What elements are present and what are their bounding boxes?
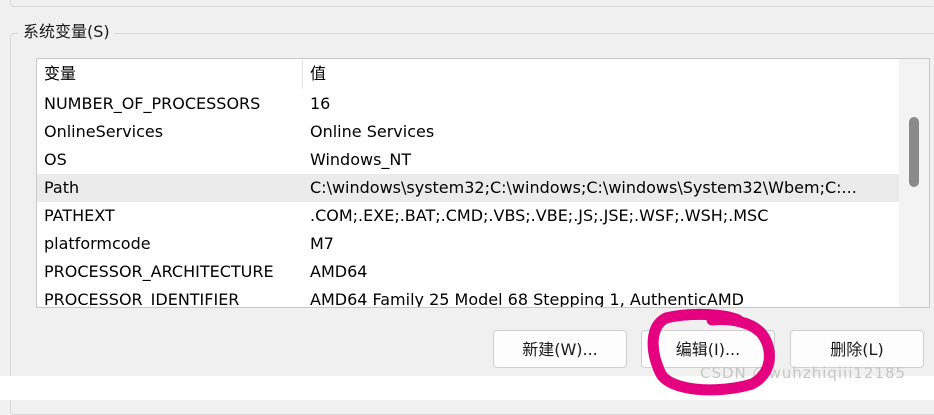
variable-value: AMD64 [310,262,368,281]
variable-name: Path [44,178,80,197]
table-row[interactable]: PATHEXT .COM;.EXE;.BAT;.CMD;.VBS;.VBE;.J… [37,202,899,230]
delete-button[interactable]: 删除(L) [790,330,924,368]
variable-name: OS [44,150,67,169]
column-header-value[interactable]: 值 [303,59,899,89]
table-row[interactable]: PROCESSOR_IDENTIFIER AMD64 Family 25 Mod… [37,286,899,308]
table-row[interactable]: PROCESSOR_ARCHITECTURE AMD64 [37,258,899,286]
variable-name: PROCESSOR_ARCHITECTURE [44,262,274,281]
variable-value: M7 [310,234,334,253]
variable-value: AMD64 Family 25 Model 68 Stepping 1, Aut… [310,290,744,308]
table-row[interactable]: OS Windows_NT [37,146,899,174]
table-row-selected[interactable]: Path C:\windows\system32;C:\windows;C:\w… [37,174,899,202]
list-header: 变量 值 [37,59,899,89]
table-row[interactable]: OnlineServices Online Services [37,118,899,146]
vertical-scrollbar[interactable] [899,59,929,307]
variable-name: PATHEXT [44,206,115,225]
scrollbar-thumb[interactable] [909,117,919,187]
variable-name: OnlineServices [44,122,164,141]
variable-value: C:\windows\system32;C:\windows;C:\window… [310,178,857,197]
user-variables-group-edge [10,0,933,7]
table-row[interactable]: platformcode M7 [37,230,899,258]
table-row[interactable]: NUMBER_OF_PROCESSORS 16 [37,90,899,118]
variable-name: platformcode [44,234,151,253]
watermark: CSDN @wuhzhiqiii12185 [700,364,907,382]
new-button[interactable]: 新建(W)... [493,330,627,368]
variable-value: 16 [310,94,331,113]
system-variables-list[interactable]: 变量 值 NUMBER_OF_PROCESSORS 16 OnlineServi… [36,58,930,308]
group-title: 系统变量(S) [18,21,115,43]
variable-value: Windows_NT [310,150,412,169]
variable-value: Online Services [310,122,435,141]
list-rows: NUMBER_OF_PROCESSORS 16 OnlineServices O… [37,90,899,308]
variable-name: NUMBER_OF_PROCESSORS [44,94,261,113]
variable-value: .COM;.EXE;.BAT;.CMD;.VBS;.VBE;.JS;.JSE;.… [310,206,769,225]
edit-button[interactable]: 编辑(I)... [641,330,775,368]
variable-name: PROCESSOR_IDENTIFIER [44,290,240,308]
column-header-variable[interactable]: 变量 [37,59,303,89]
